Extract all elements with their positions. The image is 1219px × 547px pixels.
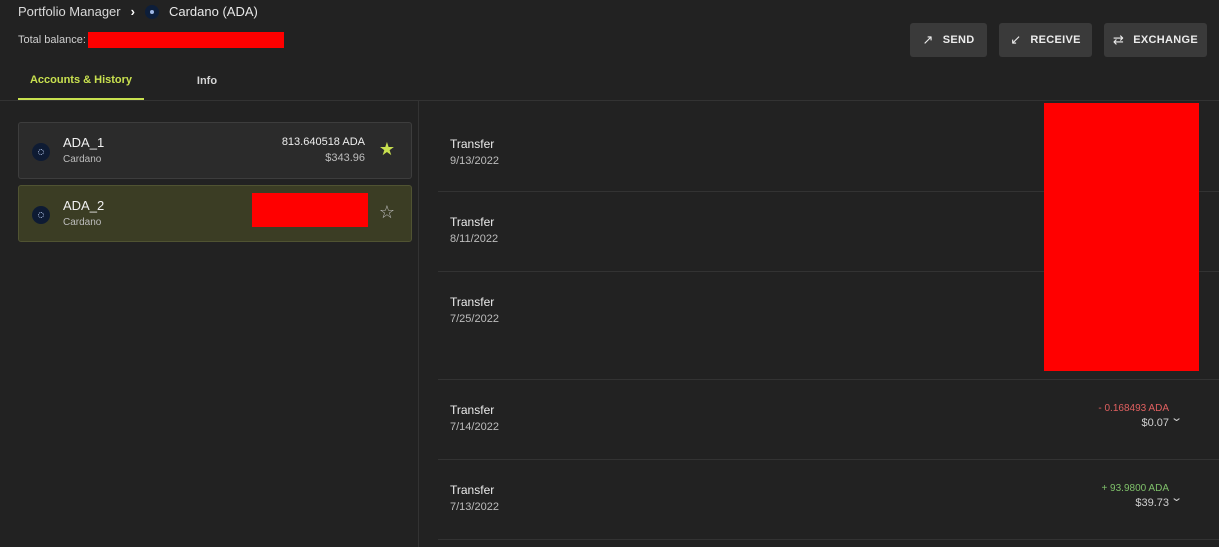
cardano-coin-icon: [32, 206, 50, 224]
total-balance: Total balance:: [18, 32, 284, 48]
account-network: Cardano: [63, 217, 102, 228]
transaction-title: Transfer: [450, 137, 495, 151]
transaction-date: 7/13/2022: [450, 501, 499, 513]
redacted-account-balance: [252, 193, 368, 227]
breadcrumb-portfolio-manager[interactable]: Portfolio Manager: [18, 4, 121, 19]
breadcrumb-chevron-icon: ›: [130, 4, 135, 19]
cardano-coin-icon: [144, 4, 159, 19]
transaction-title: Transfer: [450, 403, 495, 417]
total-balance-label: Total balance:: [18, 34, 86, 46]
send-label: SEND: [942, 34, 975, 46]
favorite-star-icon[interactable]: ★: [379, 140, 395, 158]
tab-info[interactable]: Info: [144, 62, 270, 100]
panel-divider: [418, 101, 419, 547]
transaction-amount: + 93.9800 ADA: [1101, 483, 1169, 494]
transaction-date: 8/11/2022: [450, 233, 499, 245]
favorite-star-outline-icon[interactable]: ☆: [379, 203, 395, 221]
transaction-fiat-value: $39.73: [1135, 497, 1169, 509]
arrow-up-right-icon: ↗: [922, 32, 934, 47]
chevron-down-icon[interactable]: ⌄: [1170, 491, 1183, 504]
transaction-row[interactable]: Transfer 7/14/2022 - 0.168493 ADA $0.07 …: [438, 380, 1219, 460]
exchange-button[interactable]: ⇄ EXCHANGE: [1104, 23, 1207, 57]
transaction-amount: - 0.168493 ADA: [1098, 403, 1169, 414]
receive-button[interactable]: ↙ RECEIVE: [999, 23, 1092, 57]
account-name: ADA_2: [63, 198, 105, 213]
breadcrumb-current: Cardano (ADA): [168, 4, 258, 19]
transaction-title: Transfer: [450, 215, 495, 229]
account-card-ada-1[interactable]: ADA_1 Cardano 813.640518 ADA $343.96 ★: [18, 122, 412, 179]
account-network: Cardano: [63, 154, 102, 165]
transaction-date: 7/25/2022: [450, 313, 499, 325]
account-amount: 813.640518 ADA: [281, 136, 365, 148]
breadcrumb: Portfolio Manager › Cardano (ADA): [18, 4, 258, 19]
account-card-ada-2[interactable]: ADA_2 Cardano ☆: [18, 185, 412, 242]
transaction-fiat-value: $0.07: [1141, 417, 1169, 429]
redacted-transaction-amounts: [1044, 103, 1199, 371]
cardano-coin-icon: [32, 143, 50, 161]
transaction-date: 7/14/2022: [450, 421, 499, 433]
transaction-row[interactable]: Transfer 7/13/2022 + 93.9800 ADA $39.73 …: [438, 460, 1219, 540]
action-bar: ↗ SEND ↙ RECEIVE ⇄ EXCHANGE: [910, 23, 1207, 57]
exchange-arrows-icon: ⇄: [1113, 32, 1125, 47]
transaction-title: Transfer: [450, 483, 495, 497]
arrow-down-left-icon: ↙: [1010, 32, 1022, 47]
account-name: ADA_1: [63, 135, 105, 150]
receive-label: RECEIVE: [1030, 34, 1081, 46]
send-button[interactable]: ↗ SEND: [910, 23, 987, 57]
chevron-down-icon[interactable]: ⌄: [1170, 411, 1183, 424]
transaction-date: 9/13/2022: [450, 155, 499, 167]
transaction-title: Transfer: [450, 295, 495, 309]
redacted-total-balance: [87, 32, 284, 48]
account-fiat-value: $343.96: [325, 152, 365, 164]
tab-accounts-history[interactable]: Accounts & History: [18, 62, 144, 100]
exchange-label: EXCHANGE: [1133, 34, 1198, 46]
tab-bar: Accounts & History Info: [18, 62, 270, 100]
